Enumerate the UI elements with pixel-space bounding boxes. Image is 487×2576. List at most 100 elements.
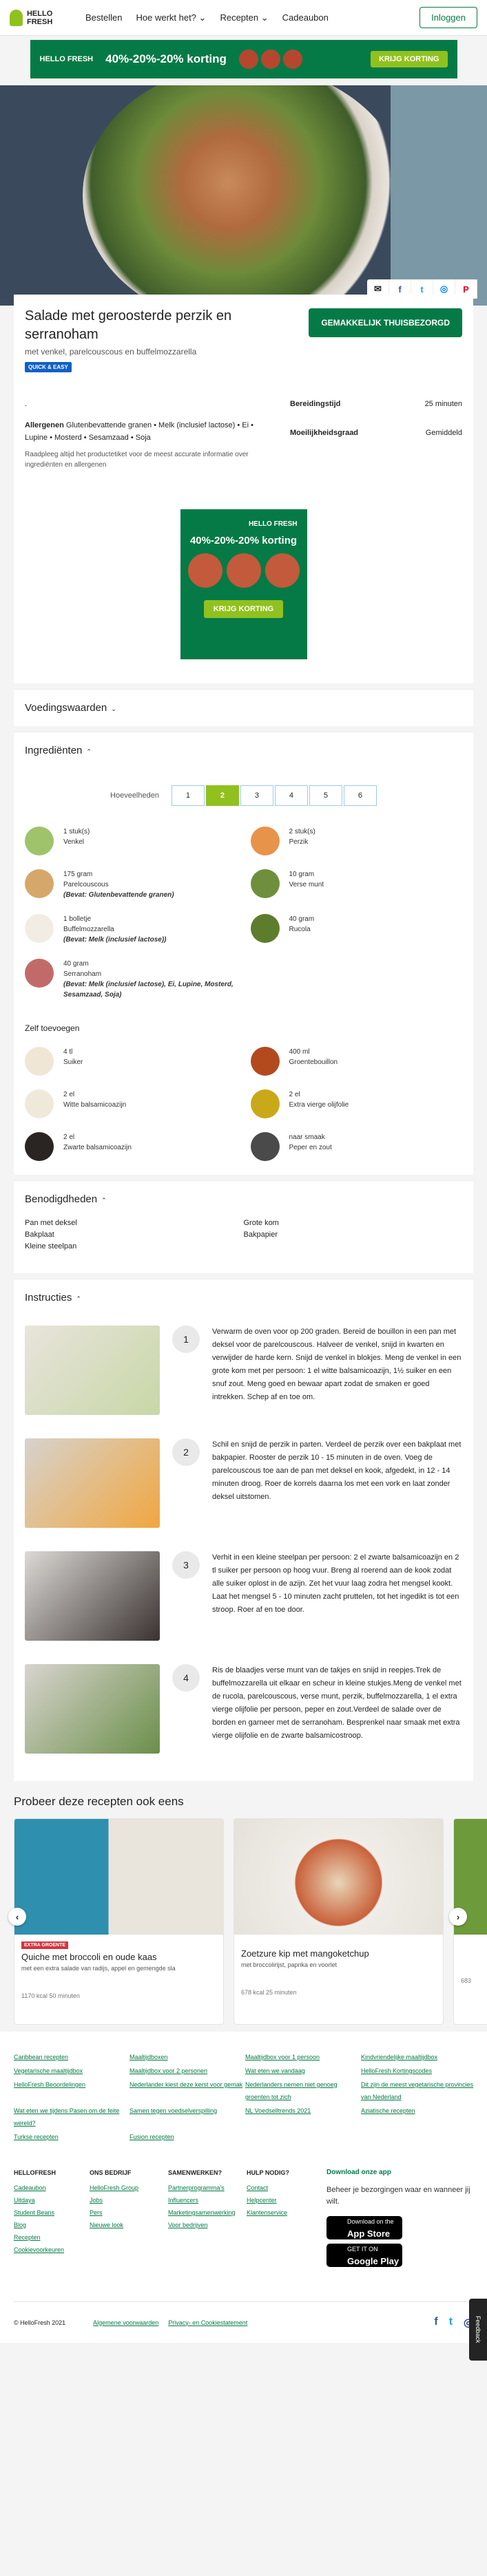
facebook-icon[interactable]: f [434,2316,437,2330]
ad-button[interactable]: KRIJG KORTING [203,600,284,618]
allergens-label: Allergenen [25,421,64,429]
footer-link[interactable]: Maaltijdbox voor 2 personen [129,2065,245,2077]
terms-link[interactable]: Algemene voorwaarden [93,2319,158,2326]
step-text: Ris de blaadjes verse munt van de takjes… [212,1666,462,1740]
footer-link[interactable]: Wat eten we vandaag [245,2065,361,2077]
instructions-toggle[interactable]: Instructies ⌃ [14,1279,473,1316]
footer-link[interactable]: Maaltijdboxen [129,2051,245,2063]
google-play-button[interactable]: GET IT ON Google Play [327,2244,402,2267]
portion-5[interactable]: 5 [309,785,342,806]
footer-link[interactable]: Blog [14,2219,90,2231]
privacy-link[interactable]: Privacy- en Cookiestatement [168,2319,247,2326]
recipe-card[interactable]: Zoetzure kip met mangoketchup met brocco… [234,1818,444,2025]
difficulty-value: Gemiddeld [425,429,462,437]
footer-link[interactable]: Uitdaya [14,2194,90,2206]
footer-link[interactable]: Student Beans [14,2206,90,2219]
ingredient-quantity: 10 gram [289,871,315,878]
footer-link[interactable]: NL Voedselltrends 2021 [245,2105,361,2129]
ingredient-photo [25,914,54,943]
portion-3[interactable]: 3 [240,785,273,806]
ingredient-text: 2 el Zwarte balsamicoazijn [63,1132,132,1153]
step-number: 3 [172,1551,200,1579]
promo-banner[interactable]: HELLO FRESH 40%-20%-20% korting KRIJG KO… [30,40,457,78]
footer-link[interactable]: Marketingsamenwerking [168,2206,247,2219]
footer-link[interactable]: Jobs [90,2194,168,2206]
recipe-card[interactable]: EXTRA GROENTE Quiche met broccoli en oud… [14,1818,224,2025]
footer-link[interactable]: Vegetarische maaltijdbox [14,2065,129,2077]
nav-recepten[interactable]: Recepten ⌄ [220,12,268,23]
footer-link[interactable]: Samen tegen voedselverspilling [129,2105,245,2129]
footer-link[interactable]: HelloFresh Kortingscodes [361,2065,477,2077]
footer-link[interactable]: Partnerprogramma's [168,2182,247,2194]
tools-toggle[interactable]: Benodigdheden ⌃ [14,1180,473,1217]
ingredient-name: Venkel [63,838,85,846]
nav-bestellen[interactable]: Bestellen [85,12,122,23]
portion-2[interactable]: 2 [205,785,239,806]
ingredient-quantity: 1 stuk(s) [63,828,90,835]
feedback-tab[interactable]: Feedback [469,2299,487,2361]
recipe-title: Salade met geroosterde perzik en serrano… [25,308,232,342]
store-name: App Store [347,2228,391,2239]
footer-link[interactable]: Cadeaubon [14,2182,90,2194]
ingredient-quantity: 2 stuk(s) [289,828,315,835]
portion-6[interactable]: 6 [343,785,377,806]
portion-4[interactable]: 4 [274,785,308,806]
chevron-down-icon: ⌄ [198,12,207,23]
footer-link[interactable]: Nederlanders nemen niet genoeg groenten … [245,2078,361,2103]
footer-link[interactable]: Kindvriendelijke maaltijdbox [361,2051,477,2063]
footer-link[interactable]: Wat eten we tijdens Pasen om de feite we… [14,2105,129,2129]
ingredient-text: 175 gram Parelcouscous (Bevat: Glutenbevat… [63,869,174,900]
side-ad[interactable]: HELLO FRESH 40%-20%-20% korting KRIJG KO… [180,509,307,659]
login-button[interactable]: Inloggen [419,7,477,28]
step-photo [25,1438,160,1528]
footer-link[interactable]: Voor bedrijven [168,2219,247,2231]
footer-link[interactable]: Maaltijdbox voor 1 persoon [245,2051,361,2063]
ingredient-photo [25,869,54,898]
footer-link[interactable]: Pers [90,2206,168,2219]
difficulty-label: Moeilijkheidsgraad [290,429,359,437]
step-list: 1 Verwarm de oven voor op 200 graden. Ber… [14,1316,473,1767]
carousel-prev-icon[interactable]: ‹ [8,1908,26,1926]
footer-link[interactable]: Caribbean recepten [14,2051,129,2063]
footer-link[interactable] [361,2131,477,2143]
app-store-button[interactable]: Download on the App Store [327,2216,402,2239]
footer-link[interactable]: Influencers [168,2194,247,2206]
carousel-next-icon[interactable]: › [449,1908,467,1926]
footer-link[interactable]: Nederlander kiest deze kerst voor gemak [129,2078,245,2103]
step-number: 1 [172,1326,200,1353]
footer-link[interactable]: Nieuwe look [90,2219,168,2231]
portion-1[interactable]: 1 [171,785,205,806]
recipe-card-subtitle: met broccolirijst, paprika en voorlet [241,1961,338,1968]
footer-link[interactable]: Cookievoorkeuren [14,2244,90,2256]
meta-dot: . [25,400,28,408]
footer-link[interactable]: Helpcenter [247,2194,327,2206]
instruction-step: 2 Schil en snijd de perzik in parten. Ver… [14,1429,473,1542]
hellofresh-logo[interactable]: HELLO FRESH [10,9,73,26]
footer-link[interactable] [245,2131,361,2143]
ingredients-toggle[interactable]: Ingrediënten ⌃ [14,732,473,769]
chevron-up-icon: ⌃ [86,748,92,755]
nutrition-toggle[interactable]: Voedingswaarden ⌄ [14,689,473,726]
twitter-icon[interactable]: t [449,2316,453,2330]
ingredients-card: Ingrediënten ⌃ Hoeveelheden 1 2 3 4 5 6 1… [14,732,473,1175]
nav-cadeaubon[interactable]: Cadeaubon [282,12,329,23]
ingredient-quantity: naar smaak [289,1133,325,1141]
nutrition-title: Voedingswaarden [25,702,107,714]
footer-seo-links: Caribbean recepten Maaltijdboxen Maaltijdb… [14,2051,473,2143]
step-photo [25,1551,160,1641]
instruction-step: 4 Ris de blaadjes verse munt van de takje… [14,1654,473,1767]
footer-link[interactable]: Recepten [14,2231,90,2244]
promo-button[interactable]: KRIJG KORTING [371,51,448,67]
footer-link[interactable]: Dit zijn de meest vegetarische provincie… [361,2078,477,2103]
delivery-button[interactable]: GEMAKKELIJK THUISBEZORGD [309,308,462,337]
ingredient-name: Zwarte balsamicoazijn [63,1144,132,1151]
nav-hoe-werkt-het[interactable]: Hoe werkt het? ⌄ [136,12,206,23]
footer-link[interactable]: Turkse recepten [14,2131,129,2143]
footer-link[interactable]: Aziatische recepten [361,2105,477,2129]
footer-link[interactable]: HelloFresh Beoordelingen [14,2078,129,2103]
footer-link[interactable]: Fusion recepten [129,2131,245,2143]
footer-link[interactable]: Klantenservice [247,2206,327,2219]
ingredient-item: 2 el Witte balsamicoazijn [25,1089,237,1118]
footer-link[interactable]: HelloFresh Group [90,2182,168,2194]
footer-link[interactable]: Contact [247,2182,327,2194]
